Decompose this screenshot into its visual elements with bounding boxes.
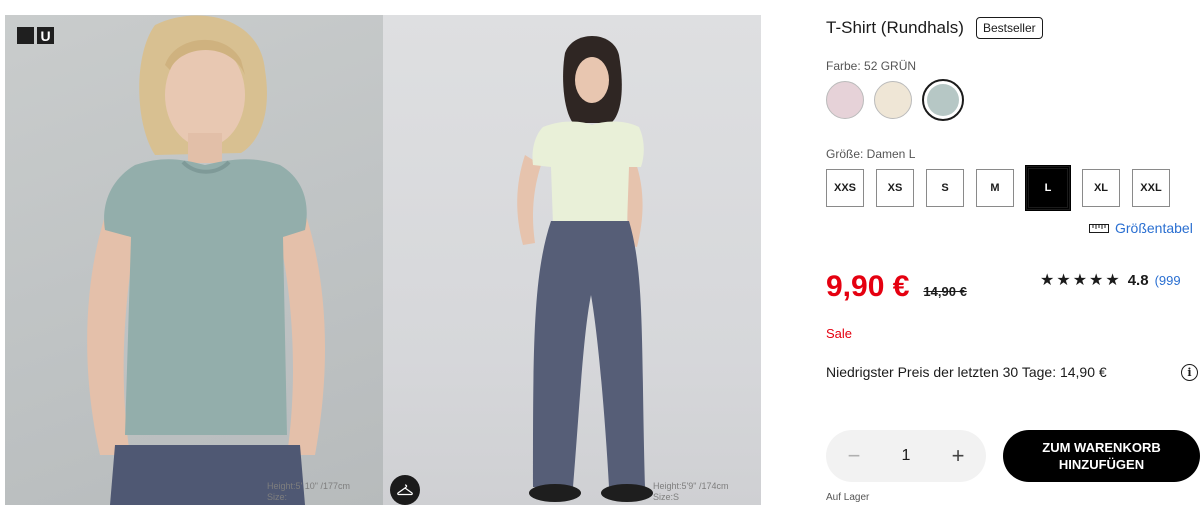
rating-value: 4.8 <box>1127 271 1149 289</box>
color-swatches <box>826 79 964 121</box>
decrease-quantity-button[interactable]: − <box>844 443 864 469</box>
product-title: T-Shirt (Rundhals) <box>826 18 964 37</box>
color-swatch-pink[interactable] <box>826 81 864 119</box>
size-option-s[interactable]: S <box>926 169 964 207</box>
ruler-icon <box>1089 223 1109 233</box>
model-illustration-1 <box>87 15 326 505</box>
logo-u-block: U <box>37 27 54 44</box>
info-icon[interactable]: i <box>1181 364 1198 381</box>
size-option-xxs[interactable]: XXS <box>826 169 864 207</box>
lowest-price-note: Niedrigster Preis der letzten 30 Tage: 1… <box>826 364 1107 380</box>
current-price: 9,90 € <box>826 270 910 303</box>
product-photo-front[interactable]: U Height:5' 10" /177cm Size: <box>5 15 383 505</box>
rating-stars: ★★★★★ <box>1040 272 1122 289</box>
brand-logo[interactable]: U <box>17 27 54 44</box>
model-caption-1: Height:5' 10" /177cm Size: <box>267 481 350 503</box>
color-swatch-beige[interactable] <box>874 81 912 119</box>
logo-japanese-block <box>17 27 34 44</box>
hanger-glyph <box>397 484 413 496</box>
sale-label: Sale <box>826 326 853 341</box>
add-to-cart-button[interactable]: ZUM WARENKORB HINZUFÜGEN <box>1003 430 1200 482</box>
product-gallery: U Height:5' 10" /177cm Size: Height:5'9"… <box>5 15 761 505</box>
product-photo-full[interactable]: Height:5'9" /174cm Size:S <box>383 15 761 505</box>
model-height-2: Height:5'9" /174cm <box>653 481 729 491</box>
product-details-panel: T-Shirt (Rundhals) Bestseller Farbe: 52 … <box>826 0 1200 505</box>
color-swatch-green[interactable] <box>922 79 964 121</box>
model-size-1: Size: <box>267 492 288 502</box>
size-label: Größe: Damen L <box>826 147 916 161</box>
model-size-2: Size:S <box>653 492 680 502</box>
model-illustration-2 <box>517 35 653 502</box>
model-caption-2: Height:5'9" /174cm Size:S <box>653 481 728 503</box>
quantity-stepper: − 1 + <box>826 430 986 482</box>
color-label: Farbe: 52 GRÜN <box>826 59 917 73</box>
color-swatch-green-fill <box>927 84 959 116</box>
model-height-1: Height:5' 10" /177cm <box>267 481 350 491</box>
size-option-xxl[interactable]: XXL <box>1132 169 1170 207</box>
rating-count-link[interactable]: (999 <box>1155 273 1181 288</box>
size-chart-label: Größentabel <box>1115 220 1193 236</box>
price-row: 9,90 € 14,90 € <box>826 270 967 304</box>
quantity-value[interactable]: 1 <box>902 447 911 465</box>
stock-status: Auf Lager <box>826 492 870 503</box>
size-selector: XXS XS S M L XL XXL <box>826 165 1170 211</box>
hanger-icon[interactable] <box>390 475 420 505</box>
bestseller-badge: Bestseller <box>975 17 1043 39</box>
title-row: T-Shirt (Rundhals) Bestseller <box>826 17 1043 39</box>
size-option-m[interactable]: M <box>976 169 1014 207</box>
rating[interactable]: ★★★★★ 4.8 (999 <box>1040 270 1181 290</box>
size-option-xl[interactable]: XL <box>1082 169 1120 207</box>
size-chart-link[interactable]: Größentabel <box>1089 220 1193 236</box>
original-price: 14,90 € <box>923 284 967 299</box>
increase-quantity-button[interactable]: + <box>948 443 968 469</box>
size-option-xs[interactable]: XS <box>876 169 914 207</box>
size-option-l[interactable]: L <box>1025 165 1071 211</box>
